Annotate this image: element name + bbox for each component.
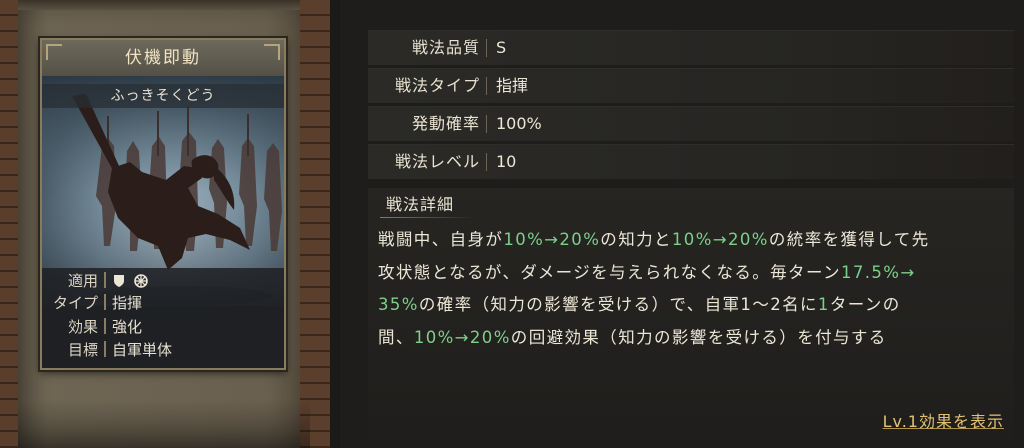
tactic-detail-panel: 戦法品質 S 戦法タイプ 指揮 発動確率 100% 戦法レベル 10 戦法詳細 … (340, 0, 1024, 448)
attribute-icons (112, 270, 156, 292)
wall-decoration-right (300, 0, 330, 448)
stat-label: 戦法タイプ (394, 76, 480, 95)
attribute-value: 指揮 (112, 294, 143, 312)
description-text: 戦闘中、自身が10%→20%の知力と10%→20%の統率を獲得して先 攻状態となる… (378, 224, 1008, 354)
stat-value: 10 (496, 152, 517, 171)
description-segment: の回避効果（知力の影響を受ける）を付与する (510, 327, 887, 347)
attribute-divider (104, 341, 106, 357)
highlighted-value: 10%→20% (413, 327, 511, 347)
attribute-divider (104, 272, 106, 288)
attribute-row-target: 目標 自軍単体 (46, 339, 172, 361)
highlighted-value: 17.5%→ (840, 262, 916, 282)
shield-icon (114, 275, 124, 287)
tactic-name-label: 伏機即動 (125, 48, 201, 68)
tactic-name: 伏機即動 (42, 40, 284, 76)
stat-divider (486, 39, 487, 57)
show-lv1-effect-link[interactable]: Lv.1効果を表示 (883, 408, 1004, 432)
stat-value: 100% (496, 114, 542, 133)
stat-row-rate: 発動確率 100% (368, 106, 1014, 141)
description-segment: の確率（知力の影響を受ける）で、自軍1〜2名に (418, 295, 818, 314)
stat-divider (486, 153, 487, 171)
attribute-divider (104, 294, 106, 310)
attribute-key: 効果 (67, 318, 98, 336)
wheel-icon (134, 274, 148, 288)
attribute-key: 適用 (67, 272, 98, 290)
description-segment: の知力と (600, 230, 672, 249)
tactic-attributes: 適用 タイプ 指揮 効果 強化 目標 自軍単体 (42, 268, 284, 368)
stat-label: 発動確率 (411, 114, 480, 133)
tactic-reading: ふっきそくどう (42, 84, 284, 108)
stat-label: 戦法レベル (394, 152, 480, 171)
tactic-description: 戦法詳細 戦闘中、自身が10%→20%の知力と10%→20%の統率を獲得して先攻… (368, 188, 1014, 440)
description-segment: 間、 (378, 327, 414, 347)
attribute-divider (104, 318, 106, 334)
stat-value: 指揮 (496, 76, 529, 95)
highlighted-value: 10%→20% (671, 230, 769, 249)
stat-label: 戦法品質 (411, 38, 480, 57)
highlighted-value: 35% (378, 295, 419, 314)
stat-row-quality: 戦法品質 S (368, 30, 1014, 65)
attribute-value: 自軍単体 (112, 341, 173, 359)
stat-row-level: 戦法レベル 10 (368, 144, 1014, 179)
scroll-rod (18, 0, 310, 10)
description-segment: の統率を獲得して先 (768, 230, 930, 249)
description-line: 攻状態となるが、ダメージを与えられなくなる。毎ターン17.5%→ (378, 257, 1008, 290)
corner-ornament-icon (264, 44, 280, 60)
description-line: 戦闘中、自身が10%→20%の知力と10%→20%の統率を獲得して先 (378, 224, 1008, 257)
description-line: 間、10%→20%の回避効果（知力の影響を受ける）を付与する (378, 322, 1008, 355)
stat-value: S (496, 38, 507, 57)
description-segment: ターンの (829, 295, 901, 314)
attribute-key: タイプ (52, 294, 98, 312)
description-title: 戦法詳細 (379, 190, 475, 220)
description-segment: 戦闘中、自身が (378, 230, 504, 249)
attribute-row-type: タイプ 指揮 (46, 292, 142, 314)
tactic-card: 伏機即動 ふっきそくどう 適用 タイプ 指揮 効果 強化 目標 自軍単体 (40, 38, 286, 370)
highlighted-value: 1 (817, 295, 830, 314)
stat-row-type: 戦法タイプ 指揮 (368, 68, 1014, 103)
attribute-value: 強化 (112, 318, 143, 336)
highlighted-value: 10%→20% (503, 230, 601, 249)
stat-divider (486, 77, 487, 95)
stat-divider (486, 115, 487, 133)
attribute-key: 目標 (67, 341, 98, 359)
corner-ornament-icon (46, 44, 62, 60)
scroll-shadow (18, 400, 310, 448)
attribute-row-apply: 適用 (46, 270, 156, 292)
description-line: 35%の確率（知力の影響を受ける）で、自軍1〜2名に1ターンの (378, 289, 1008, 322)
attribute-row-effect: 効果 強化 (46, 316, 142, 338)
description-segment: 攻状態となるが、ダメージを与えられなくなる。毎ターン (378, 262, 841, 282)
